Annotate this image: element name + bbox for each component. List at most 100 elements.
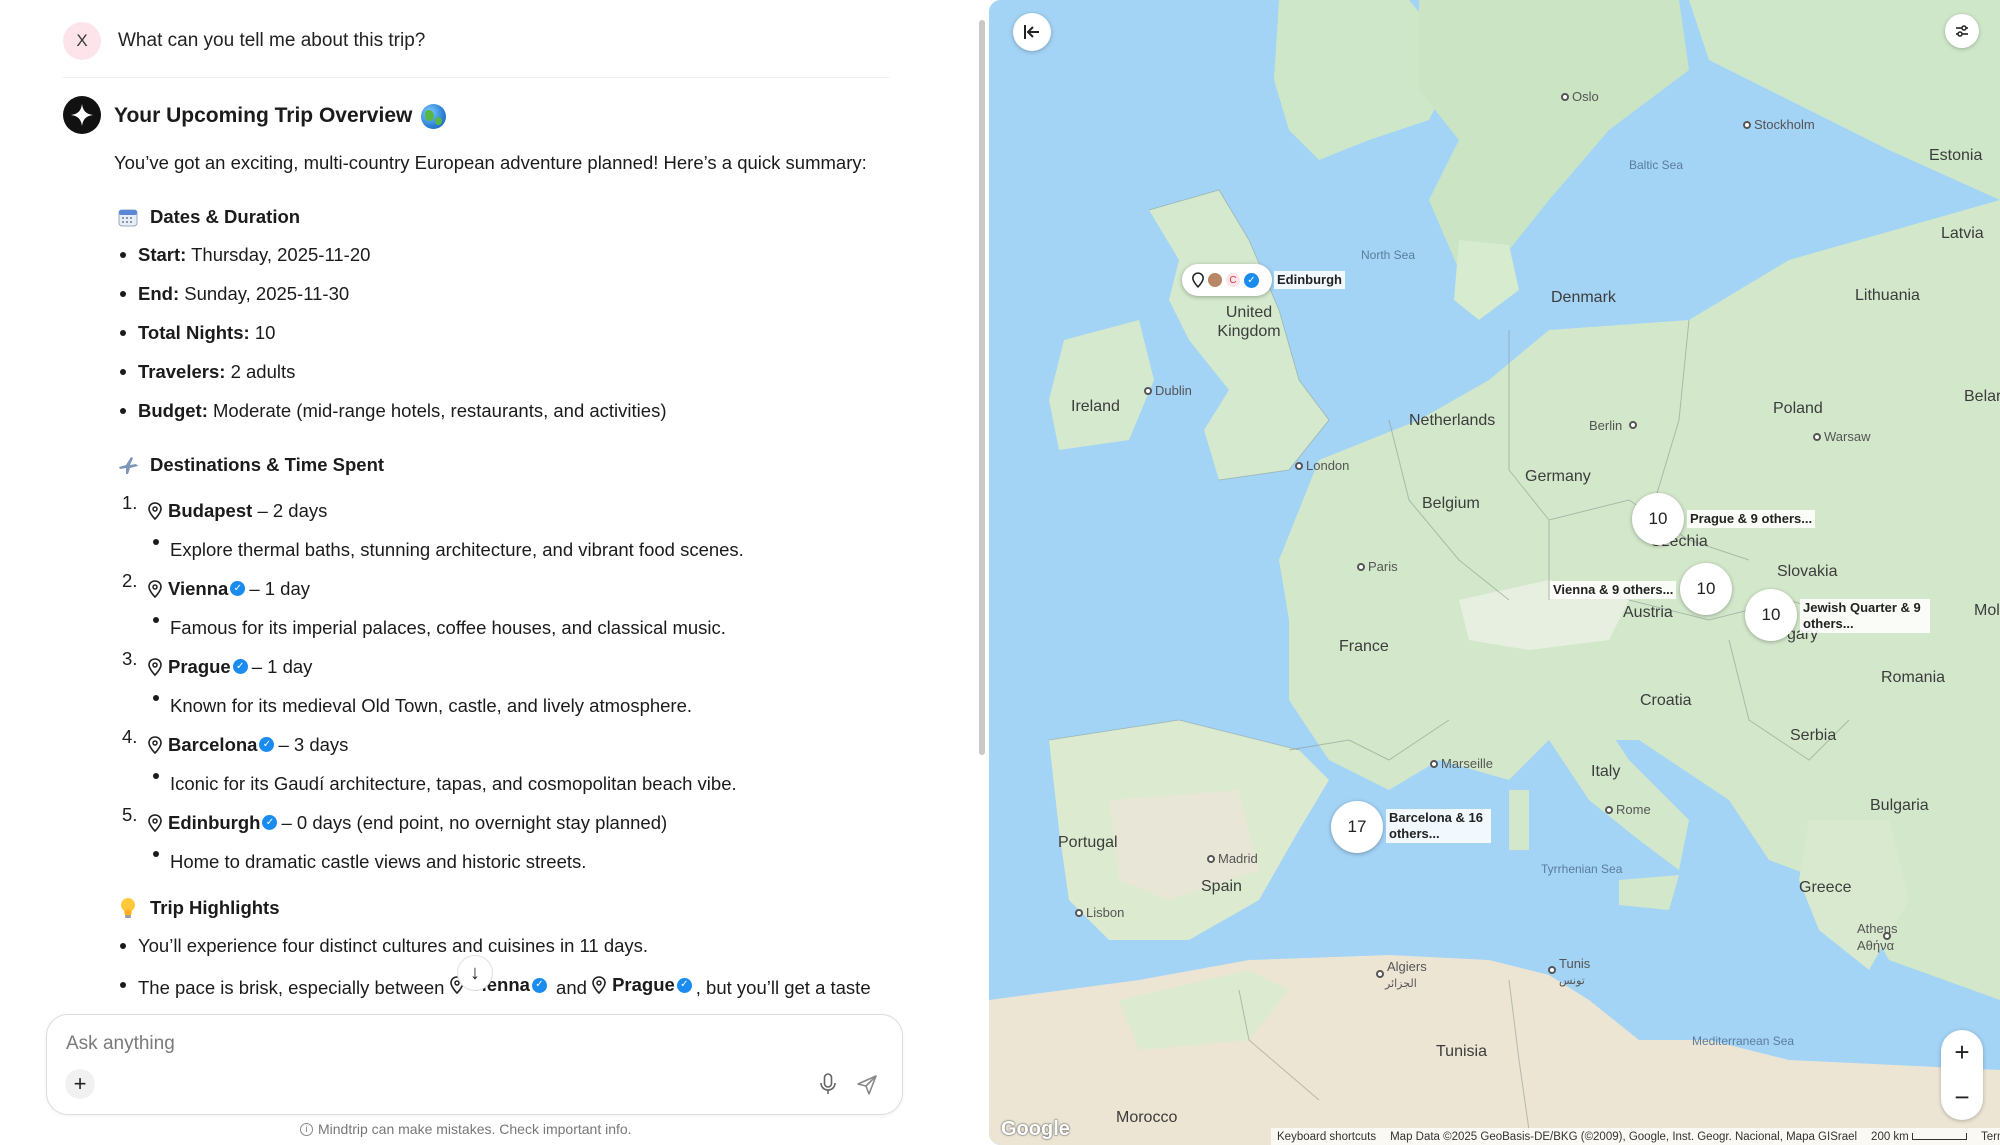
add-attachment-button[interactable]: + xyxy=(65,1069,95,1099)
map-scale: 200 km xyxy=(1871,1131,1967,1143)
map-label-north-sea: North Sea xyxy=(1361,248,1416,262)
destination-duration: – 0 days (end point, no overnight stay p… xyxy=(281,811,668,833)
map-cluster-prague[interactable]: 10 xyxy=(1632,493,1684,545)
destination-desc: Famous for its imperial palaces, coffee … xyxy=(114,608,894,647)
city-marker xyxy=(1743,121,1751,129)
destination-duration: – 3 days xyxy=(278,733,349,755)
map-attribution: Map Data ©2025 GeoBasis-DE/BKG (©2009), … xyxy=(1390,1130,1858,1143)
calendar-icon xyxy=(116,205,140,229)
map-cluster-budapest[interactable]: 10 xyxy=(1745,589,1797,641)
map-label-estonia: Estonia xyxy=(1929,147,1983,164)
map-label-uk: United Kingdom xyxy=(1217,304,1281,340)
item-number: 4. xyxy=(122,726,138,748)
city-marker xyxy=(1376,970,1384,978)
item-label: Travelers: xyxy=(138,361,226,383)
response-title: Your Upcoming Trip Overview xyxy=(114,104,413,128)
destination-link[interactable]: Barcelona xyxy=(168,733,257,757)
map-label-moldova: Mol xyxy=(1974,602,2000,619)
zoom-out-button[interactable]: − xyxy=(1941,1075,1983,1120)
zoom-in-button[interactable]: + xyxy=(1941,1030,1983,1075)
map-label-athens-gr: Αθήνα xyxy=(1857,938,1895,953)
map-canvas[interactable] xyxy=(989,0,2000,1145)
highlight-text: You’ll experience four distinct cultures… xyxy=(138,935,649,957)
cluster-label-prague: Prague & 9 others... xyxy=(1687,510,1816,528)
scroll-down-button[interactable]: ↓ xyxy=(457,955,493,991)
verified-icon: ✓ xyxy=(531,977,547,993)
item-value: Sunday, 2025-11-30 xyxy=(184,283,350,305)
map-cluster-vienna[interactable]: 10 xyxy=(1680,563,1732,615)
map-label-berlin: Berlin xyxy=(1589,418,1623,433)
highlight-text: and xyxy=(556,977,587,999)
map-label-tunis-ar: تونس xyxy=(1559,975,1585,987)
location-pin-icon xyxy=(148,501,162,520)
map-label-algiers: Algiers xyxy=(1387,959,1427,974)
destination-link[interactable]: Vienna xyxy=(168,577,228,601)
ask-input[interactable] xyxy=(66,1033,766,1055)
disclaimer-text: Mindtrip can make mistakes. Check import… xyxy=(318,1121,632,1137)
traveler-initial: C xyxy=(1226,273,1240,287)
send-button[interactable] xyxy=(853,1071,881,1099)
chat-scroll-area[interactable]: X What can you tell me about this trip? … xyxy=(0,0,980,1010)
verified-icon: ✓ xyxy=(262,815,278,831)
map-label-latvia: Latvia xyxy=(1941,225,1984,242)
chat-scrollbar[interactable] xyxy=(979,20,985,755)
map-label-serbia: Serbia xyxy=(1790,727,1837,744)
map-label-tunisia: Tunisia xyxy=(1436,1043,1487,1060)
microphone-button[interactable] xyxy=(815,1071,841,1097)
terms-link[interactable]: Terms xyxy=(1981,1131,2000,1143)
list-item: End: Sunday, 2025-11-30 xyxy=(114,282,894,321)
map-label-germany: Germany xyxy=(1525,468,1591,485)
traveler-avatar xyxy=(1208,273,1222,287)
map-label-paris: Paris xyxy=(1368,559,1398,574)
keyboard-shortcuts-link[interactable]: Keyboard shortcuts xyxy=(1277,1131,1376,1143)
destination-link[interactable]: Edinburgh xyxy=(168,811,260,835)
destination-duration: – 2 days xyxy=(257,499,328,521)
destination-item: 5. Edinburgh ✓ – 0 days (end point, no ove… xyxy=(114,803,894,842)
verified-icon: ✓ xyxy=(230,581,246,597)
map-label-france: France xyxy=(1339,638,1389,655)
destination-desc: Home to dramatic castle views and histor… xyxy=(114,842,894,881)
map-panel[interactable]: Estonia Latvia Lithuania Denmark United … xyxy=(989,0,2000,1145)
destination-item: 3. Prague ✓ – 1 day xyxy=(114,647,894,686)
map-filter-button[interactable] xyxy=(1945,14,1979,48)
highlight-text: , but you’ll get a taste xyxy=(695,977,871,999)
send-icon xyxy=(857,1075,877,1095)
map-label-belgium: Belgium xyxy=(1422,495,1480,512)
edinburgh-marker[interactable]: C ✓ xyxy=(1182,264,1272,296)
location-pin-icon xyxy=(1192,272,1204,288)
map-label-portugal: Portugal xyxy=(1058,834,1118,851)
info-icon: i xyxy=(300,1122,313,1136)
user-message: What can you tell me about this trip? xyxy=(118,30,426,51)
zoom-control: + − xyxy=(1941,1030,1983,1120)
map-label-slovakia: Slovakia xyxy=(1777,563,1838,580)
highlights-heading-text: Trip Highlights xyxy=(150,897,280,919)
city-marker xyxy=(1629,421,1637,429)
item-value: Moderate (mid-range hotels, restaurants,… xyxy=(213,400,667,422)
map-label-rome: Rome xyxy=(1616,802,1651,817)
city-marker xyxy=(1357,563,1365,571)
collapse-panel-button[interactable] xyxy=(1013,13,1051,51)
verified-icon: ✓ xyxy=(259,737,275,753)
list-item: Start: Thursday, 2025-11-20 xyxy=(114,243,894,282)
destination-link[interactable]: Prague xyxy=(612,973,675,997)
assistant-sparkle-icon xyxy=(63,96,101,134)
desc-text: Home to dramatic castle views and histor… xyxy=(170,850,587,872)
destination-link[interactable]: Prague xyxy=(168,655,231,679)
destination-link[interactable]: Budapest xyxy=(168,499,252,523)
map-label-athens: Athens xyxy=(1857,921,1898,936)
city-marker xyxy=(1144,387,1152,395)
map-cluster-barcelona[interactable]: 17 xyxy=(1331,801,1383,853)
list-item: Budget: Moderate (mid-range hotels, rest… xyxy=(114,399,894,438)
location-pin-icon xyxy=(148,735,162,754)
chat-panel: X What can you tell me about this trip? … xyxy=(0,0,988,1145)
list-item: You’ll experience four distinct cultures… xyxy=(114,934,894,973)
destinations-section-heading: Destinations & Time Spent xyxy=(116,453,894,477)
map-label-lisbon: Lisbon xyxy=(1086,905,1125,920)
item-number: 3. xyxy=(122,648,138,670)
destination-desc: Known for its medieval Old Town, castle,… xyxy=(114,686,894,725)
map-label-madrid: Madrid xyxy=(1218,851,1258,866)
map-label-lithuania: Lithuania xyxy=(1855,287,1920,304)
destination-item: 4. Barcelona ✓ – 3 days xyxy=(114,725,894,764)
map-label-spain: Spain xyxy=(1201,878,1242,895)
item-value: Thursday, 2025-11-20 xyxy=(191,244,371,266)
